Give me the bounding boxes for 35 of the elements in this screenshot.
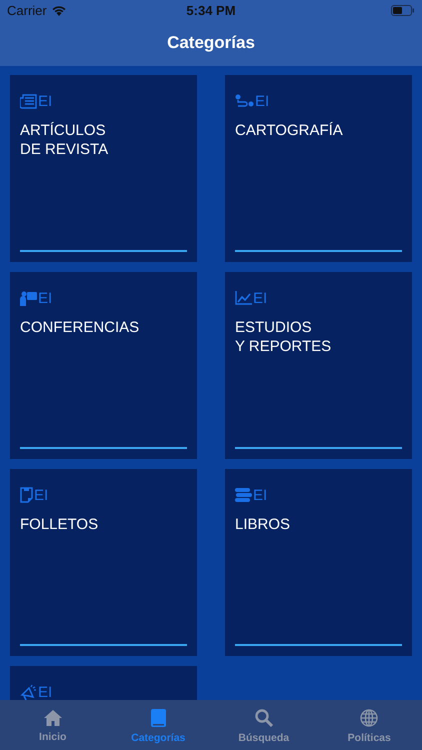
line-chart-icon — [235, 291, 252, 305]
books-icon — [235, 488, 252, 502]
category-card[interactable]: EI CONFERENCIAS — [10, 272, 197, 459]
home-icon — [44, 709, 62, 726]
screen-title: Categorías — [167, 33, 255, 53]
presenter-icon — [20, 290, 37, 306]
route-icon — [235, 94, 254, 108]
icon-label: EI — [253, 486, 268, 504]
category-card[interactable]: EI ARTÍCULOS DE REVISTA — [10, 75, 197, 262]
category-title: LIBROS — [235, 515, 292, 535]
category-title: CONFERENCIAS — [20, 318, 140, 338]
carrier-label: Carrier — [7, 2, 47, 18]
icon-label: EI — [255, 92, 270, 110]
category-title: FOLLETOS — [20, 515, 100, 535]
category-title: ESTUDIOS Y REPORTES — [235, 318, 332, 357]
category-card[interactable]: EI ESTUDIOS Y REPORTES — [225, 272, 412, 459]
icon-label: EI — [34, 486, 48, 504]
icon-label: EI — [38, 92, 52, 110]
wifi-icon — [52, 4, 66, 16]
icon-label: EI — [38, 684, 52, 700]
globe-icon — [360, 709, 378, 727]
icon-label: EI — [253, 290, 268, 306]
book-icon — [150, 709, 166, 727]
search-icon — [254, 709, 273, 727]
status-time: 5:34 PM — [185, 2, 237, 18]
newspaper-icon — [20, 94, 37, 108]
category-title: CARTOGRAFÍA — [235, 121, 344, 141]
document-icon — [20, 487, 33, 503]
icon-label: EI — [38, 290, 52, 306]
category-card[interactable]: EI LIBROS — [225, 469, 412, 656]
category-card[interactable]: EI FOLLETOS — [10, 469, 197, 656]
battery-icon — [391, 4, 415, 16]
category-title: ARTÍCULOS DE REVISTA — [20, 121, 110, 160]
megaphone-icon — [20, 684, 37, 700]
category-card[interactable]: EI CARTOGRAFÍA — [225, 75, 412, 262]
